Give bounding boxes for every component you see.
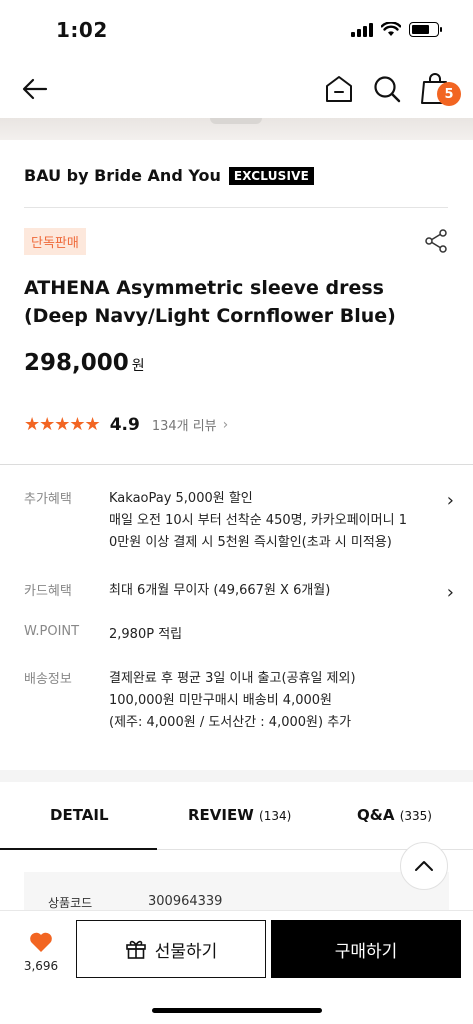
status-time: 1:02 <box>56 18 108 42</box>
wifi-icon <box>381 22 401 36</box>
status-icons <box>351 22 442 37</box>
exclusive-sale-badge: 단독판매 <box>24 228 86 255</box>
shipping-line: 결제완료 후 평균 3일 이내 출고(공휴일 제외) <box>109 671 356 686</box>
benefit-line: 0만원 이상 결제 시 5천원 즉시할인(초과 시 미적용) <box>109 535 392 550</box>
brand-name[interactable]: BAU by Bride And You <box>24 166 221 185</box>
price: 298,000 <box>24 350 129 376</box>
buy-button[interactable]: 구매하기 <box>271 920 461 978</box>
heart-icon <box>30 932 52 952</box>
tab-review-count: (134) <box>259 809 292 823</box>
point-label: W.POINT <box>24 624 80 639</box>
section-divider <box>0 770 473 782</box>
tab-detail-label: DETAIL <box>50 806 109 824</box>
price-row: 298,000 원 <box>24 350 145 376</box>
shipping-row: 배송정보 결제완료 후 평균 3일 이내 출고(공휴일 제외) 100,000원… <box>24 668 454 738</box>
product-title-line1: ATHENA Asymmetric sleeve dress <box>24 277 384 299</box>
home-indicator <box>152 1008 322 1013</box>
chevron-up-icon <box>415 861 433 871</box>
review-count-link[interactable]: 134개 리뷰 <box>152 415 217 434</box>
tab-qna-count: (335) <box>399 809 432 823</box>
product-code-label: 상품코드 <box>48 896 93 910</box>
product-image-edge[interactable] <box>0 118 473 140</box>
tab-review-label: REVIEW <box>188 806 254 824</box>
signal-icon <box>351 22 373 37</box>
tab-qna[interactable]: Q&A (335) <box>357 806 432 824</box>
divider <box>0 464 473 465</box>
cart-count-badge: 5 <box>437 82 461 106</box>
nav-bar <box>0 58 473 118</box>
gift-button-label: 선물하기 <box>154 941 218 962</box>
bottom-action-bar: 3,696 선물하기 구매하기 <box>0 910 473 1024</box>
benefit-line: KakaoPay 5,000원 할인 <box>109 491 253 506</box>
shipping-label: 배송정보 <box>24 672 72 687</box>
product-code-value: 300964339 <box>148 894 223 909</box>
card-benefit-row[interactable]: 카드혜택 최대 6개월 무이자 (49,667원 X 6개월) › <box>24 580 454 604</box>
benefit-label: 추가혜택 <box>24 492 72 507</box>
search-icon[interactable] <box>370 72 404 106</box>
divider <box>24 207 448 208</box>
status-bar: 1:02 <box>0 0 473 58</box>
chevron-right-icon: › <box>222 416 229 433</box>
shipping-text: 결제완료 후 평균 3일 이내 출고(공휴일 제외) 100,000원 미만구매… <box>109 668 419 734</box>
tab-review[interactable]: REVIEW (134) <box>188 806 291 824</box>
gift-button[interactable]: 선물하기 <box>76 920 266 978</box>
point-line: 2,980P 적립 <box>109 627 183 642</box>
gift-icon <box>125 940 146 959</box>
active-tab-indicator <box>0 848 157 850</box>
benefit-row[interactable]: 추가혜택 KakaoPay 5,000원 할인 매일 오전 10시 부터 선착순… <box>24 488 454 558</box>
rating-row[interactable]: ★★★★★ 4.9 134개 리뷰 › <box>24 414 228 435</box>
like-count: 3,696 <box>23 959 59 973</box>
point-row: W.POINT 2,980P 적립 <box>24 624 454 648</box>
buy-button-label: 구매하기 <box>334 941 398 962</box>
chevron-right-icon[interactable]: › <box>447 490 454 511</box>
benefit-line: 매일 오전 10시 부터 선착순 450명, 카카오페이머니 1 <box>109 513 407 528</box>
detail-tabs: DETAIL REVIEW (134) Q&A (335) <box>0 782 473 850</box>
tab-qna-label: Q&A <box>357 806 395 824</box>
brand-row[interactable]: BAU by Bride And You EXCLUSIVE <box>24 166 315 185</box>
product-title-line2: (Deep Navy/Light Cornflower Blue) <box>24 305 396 327</box>
star-rating-icon: ★★★★★ <box>24 414 101 435</box>
card-benefit-label: 카드혜택 <box>24 584 72 599</box>
tab-detail[interactable]: DETAIL <box>50 806 109 824</box>
scroll-to-top-button[interactable] <box>400 842 448 890</box>
card-benefit-text: 최대 6개월 무이자 (49,667원 X 6개월) <box>109 580 419 602</box>
rating-score: 4.9 <box>109 414 140 435</box>
price-unit: 원 <box>131 358 145 374</box>
battery-icon <box>409 22 442 37</box>
point-text: 2,980P 적립 <box>109 624 419 646</box>
share-icon[interactable] <box>423 228 449 254</box>
exclusive-tag: EXCLUSIVE <box>228 166 315 185</box>
home-icon[interactable] <box>322 72 356 106</box>
product-title: ATHENA Asymmetric sleeve dress (Deep Nav… <box>24 274 424 330</box>
shipping-line: 100,000원 미만구매시 배송비 4,000원 <box>109 693 332 708</box>
shipping-line: (제주: 4,000원 / 도서산간 : 4,000원) 추가 <box>109 715 352 730</box>
benefit-text: KakaoPay 5,000원 할인 매일 오전 10시 부터 선착순 450명… <box>109 488 419 554</box>
card-benefit-line: 최대 6개월 무이자 (49,667원 X 6개월) <box>109 583 331 598</box>
like-button[interactable]: 3,696 <box>16 931 66 981</box>
back-arrow-icon[interactable] <box>18 72 52 106</box>
chevron-right-icon[interactable]: › <box>447 582 454 603</box>
